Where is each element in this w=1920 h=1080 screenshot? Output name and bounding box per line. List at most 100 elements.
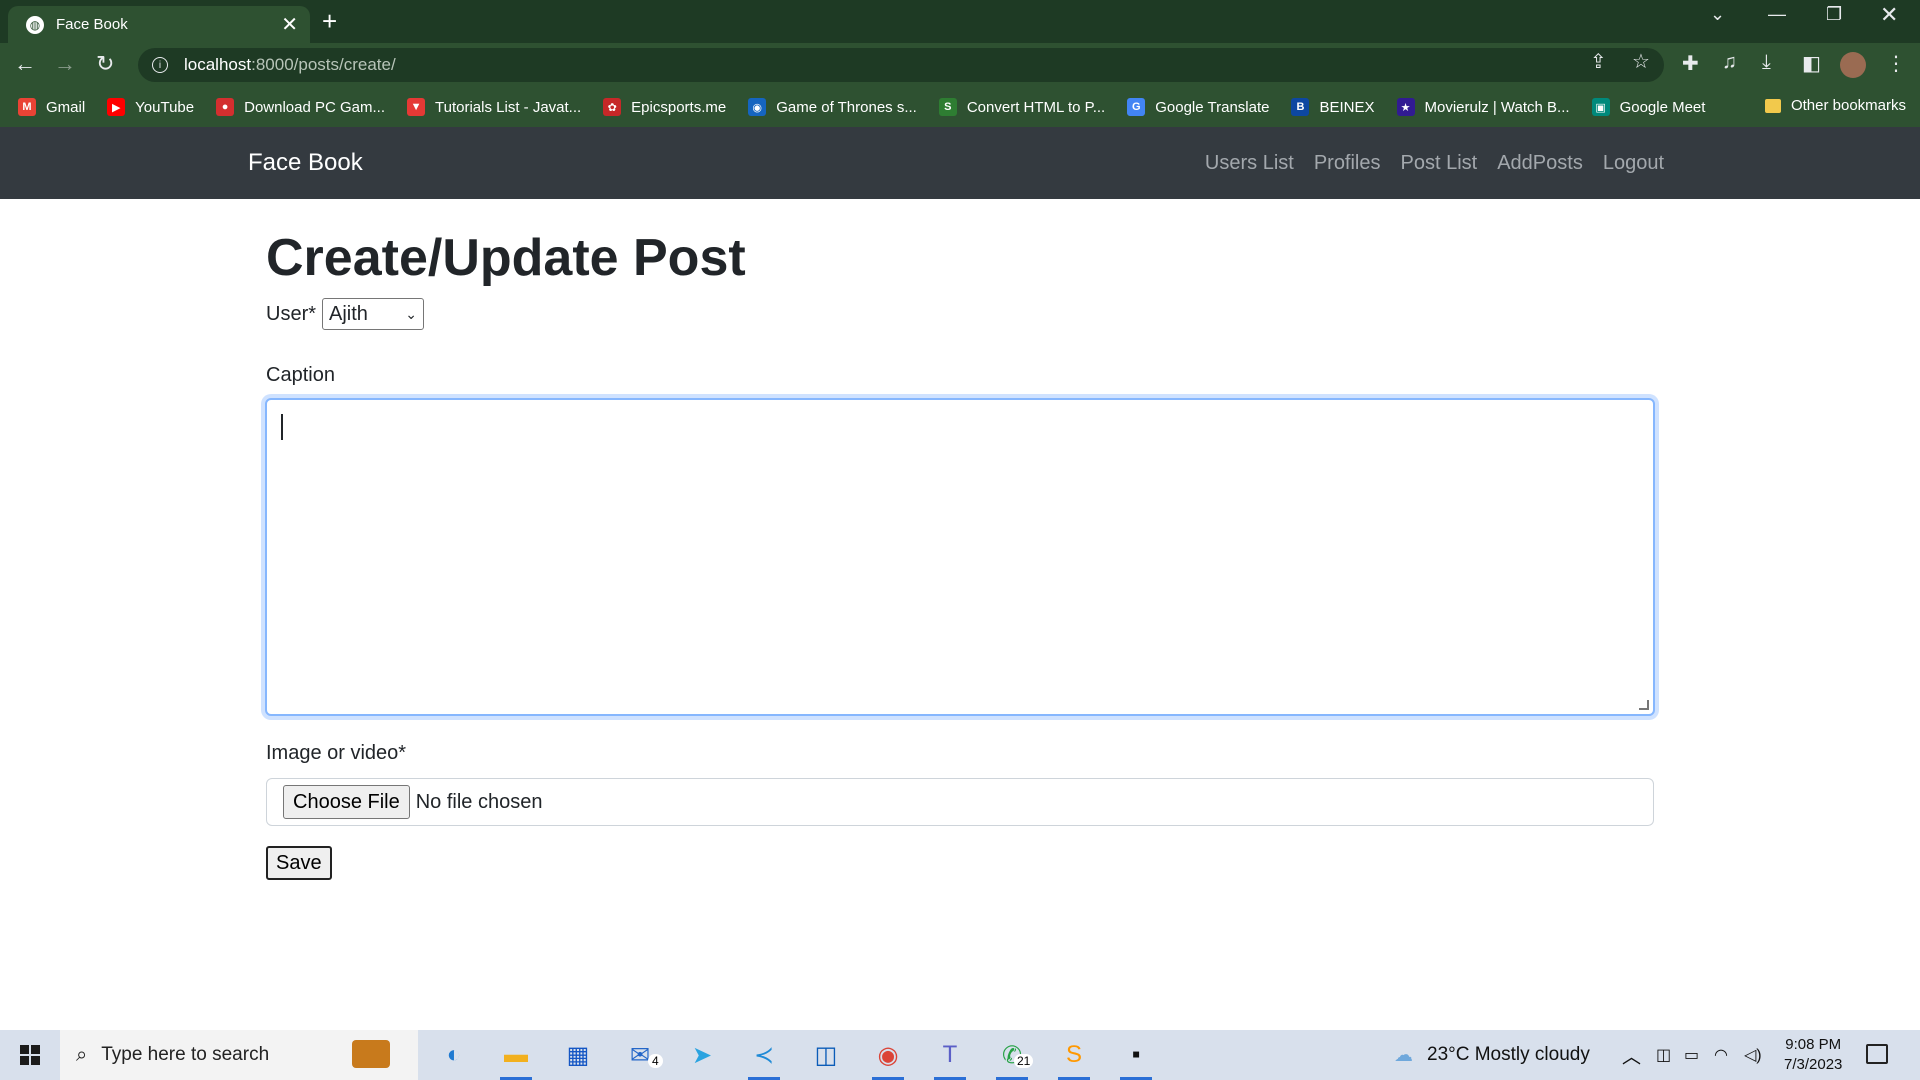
tab-search-icon[interactable]: ⌄ [1710,4,1725,25]
windows-start-icon[interactable] [20,1045,40,1065]
other-bookmarks[interactable]: Other bookmarks [1764,97,1906,114]
sports-icon: ✿ [603,98,622,116]
bookmark-item[interactable]: G Google Translate [1127,98,1269,116]
wifi-icon[interactable]: ◠ [1714,1030,1728,1080]
bookmark-label: Google Translate [1155,98,1270,116]
chrome-icon[interactable]: ◉ [868,1036,908,1080]
site-navbar: Face Book Users List Profiles Post List … [0,127,1920,199]
user-select[interactable]: Ajith ⌄ [322,298,425,330]
battery-icon[interactable]: ▭ [1684,1030,1699,1080]
briefcase-icon [352,1040,390,1068]
choose-file-button[interactable]: Choose File [283,785,410,819]
profile-avatar[interactable] [1840,52,1866,78]
nav-link-logout[interactable]: Logout [1603,152,1664,175]
bookmark-item[interactable]: ▼ Tutorials List - Javat... [407,98,581,116]
menu-icon[interactable]: ⋮ [1886,51,1906,76]
bookmark-label: BEINEX [1319,98,1375,116]
resize-handle-icon[interactable] [1639,700,1649,710]
translate-icon: G [1127,98,1146,116]
youtube-icon: ▶ [107,98,126,116]
browser-tab-strip: ◍ Face Book ✕ + ⌄ — ❐ ✕ [0,0,1920,43]
bookmark-item[interactable]: ✿ Epicsports.me [603,98,726,116]
reload-icon[interactable]: ↻ [96,51,114,77]
nav-links: Users List Profiles Post List AddPosts L… [1185,152,1664,175]
user-select-value: Ajith [329,302,368,325]
telegram-icon[interactable]: ➤ [682,1036,722,1074]
extensions-icon[interactable]: ✚ [1682,51,1699,76]
browser-toolbar: ← → ↻ i localhost:8000/posts/create/ ⇪ ☆… [0,43,1920,87]
globe-icon: ◍ [26,15,44,34]
convert-icon: S [938,98,957,116]
bookmarks-bar: M Gmail ▶ YouTube ● Download PC Gam... ▼ Tutori… [0,87,1920,127]
notification-icon[interactable] [1866,1044,1888,1064]
nav-link-profiles[interactable]: Profiles [1314,152,1381,175]
taskbar-search[interactable]: ⌕ Type here to search [60,1030,418,1080]
beinex-icon: B [1291,98,1310,116]
nav-link-post-list[interactable]: Post List [1401,152,1478,175]
new-tab-button[interactable]: + [322,8,337,34]
outlook-icon[interactable]: ◫ [806,1036,846,1074]
weather-widget[interactable]: ☁ 23°C Mostly cloudy [1394,1030,1590,1080]
chevron-down-icon: ⌄ [405,305,418,322]
bookmark-label: Convert HTML to P... [966,98,1106,116]
file-label: Image or video* [266,742,407,764]
search-icon: ⌕ [76,1043,88,1066]
share-icon[interactable]: ⇪ [1590,49,1607,74]
bookmark-item[interactable]: ★ Movierulz | Watch B... [1396,98,1570,116]
file-input[interactable]: Choose File No file chosen [266,778,1654,826]
weather-text: 23°C Mostly cloudy [1427,1044,1590,1065]
meet-now-icon[interactable]: ◫ [1656,1030,1671,1080]
store-icon[interactable]: ▦ [558,1036,598,1074]
bookmark-item[interactable]: ● Download PC Gam... [216,98,385,116]
back-icon[interactable]: ← [14,51,36,77]
clock-time: 9:08 PM [1785,1036,1842,1053]
file-status: No file chosen [415,790,543,813]
address-bar[interactable]: i localhost:8000/posts/create/ [138,48,1664,82]
bookmark-label: Epicsports.me [631,98,727,116]
terminal-icon[interactable]: ▪ [1116,1036,1156,1080]
media-control-icon[interactable]: ♫ [1722,51,1737,74]
url-host: localhost [184,55,252,74]
file-explorer-icon[interactable]: ▬ [496,1036,536,1080]
cloudy-weather-icon: ☁ [1394,1044,1413,1066]
bookmark-item[interactable]: ◉ Game of Thrones s... [748,98,917,116]
site-brand[interactable]: Face Book [248,149,363,177]
bookmark-item[interactable]: B BEINEX [1291,98,1375,116]
nav-link-users-list[interactable]: Users List [1205,152,1294,175]
teams-icon[interactable]: T [930,1036,970,1080]
volume-icon[interactable]: ◁) [1744,1030,1762,1080]
bookmark-item[interactable]: M Gmail [18,98,85,116]
bookmark-item[interactable]: S Convert HTML to P... [938,98,1106,116]
download-icon[interactable]: ⤓ [1762,51,1771,74]
edge-icon[interactable]: ◐ [434,1036,474,1074]
system-clock[interactable]: 9:08 PM 7/3/2023 [1784,1035,1842,1075]
browser-tab[interactable]: ◍ Face Book ✕ [8,6,310,43]
url-path: :8000/posts/create/ [251,55,396,74]
close-window-icon[interactable]: ✕ [1880,2,1898,28]
sublime-icon[interactable]: S [1054,1036,1094,1080]
windows-taskbar: ⌕ Type here to search ◐ ▬ ▦ ✉ 4 ➤ ≺ ◫ ◉ … [0,1030,1920,1080]
caption-textarea[interactable] [265,398,1655,716]
chevron-up-icon[interactable]: ︿ [1622,1030,1641,1080]
site-info-icon[interactable]: i [152,57,168,73]
forward-icon[interactable]: → [54,51,76,77]
bookmark-star-icon[interactable]: ☆ [1632,49,1650,74]
minimize-icon[interactable]: — [1768,4,1786,25]
side-panel-icon[interactable]: ◧ [1802,51,1821,76]
folder-icon [1764,98,1781,113]
user-field: User* Ajith ⌄ [266,298,425,330]
mail-badge: 4 [648,1054,663,1068]
restore-icon[interactable]: ❐ [1826,4,1842,25]
text-cursor [281,414,283,440]
bookmark-item[interactable]: ▶ YouTube [107,98,194,116]
bookmark-label: Tutorials List - Javat... [435,98,582,116]
vscode-icon[interactable]: ≺ [744,1036,784,1080]
close-tab-icon[interactable]: ✕ [281,15,298,35]
save-button[interactable]: Save [266,846,332,880]
bookmark-label: YouTube [135,98,195,116]
bookmark-item[interactable]: ▣ Google Meet [1591,98,1706,116]
bookmark-label: Google Meet [1619,98,1706,116]
whatsapp-badge: 21 [1014,1054,1034,1068]
tab-title: Face Book [56,16,128,33]
nav-link-add-posts[interactable]: AddPosts [1497,152,1583,175]
